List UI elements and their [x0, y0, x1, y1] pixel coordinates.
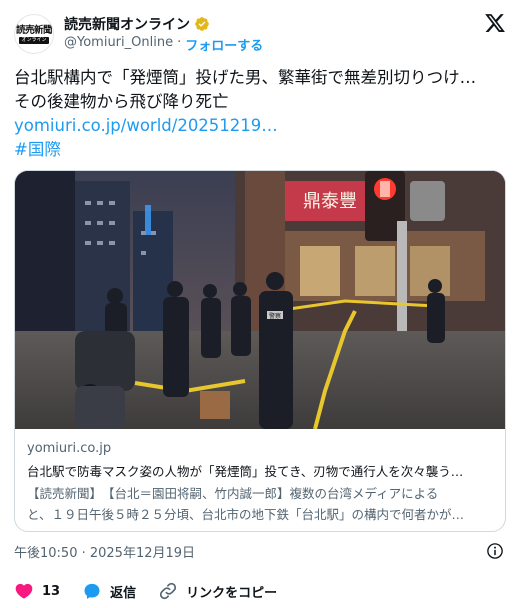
reply-label: 返信: [110, 585, 137, 601]
follow-button[interactable]: フォローする: [185, 35, 263, 54]
tweet-link[interactable]: yomiuri.co.jp/world/20251219…: [14, 114, 506, 138]
card-description-line-1: 【読売新聞】 【台北＝園田将嗣、竹内誠一郎】複数の台湾メディアによる: [27, 486, 439, 501]
action-bar: 13 返信 リンクをコピー: [14, 580, 506, 602]
tweet-text-line-1: 台北駅構内で「発煙筒」投げた男、繁華街で無差別切りつけ…: [14, 68, 477, 87]
like-button[interactable]: 13: [14, 581, 60, 601]
avatar[interactable]: 読売新聞 オンライン: [14, 14, 54, 54]
card-title[interactable]: 台北駅で防毒マスク姿の人物が「発煙筒」投てき、刃物で通行人を次々襲う…: [27, 461, 495, 480]
link-icon: [160, 582, 177, 600]
tweet-text: 台北駅構内で「発煙筒」投げた男、繁華街で無差別切りつけ… その後建物から飛び降り…: [14, 66, 506, 162]
separator: ·: [177, 35, 182, 50]
hashtag-link[interactable]: #国際: [14, 138, 506, 162]
reply-button[interactable]: 返信: [82, 581, 136, 601]
tweet-header: 読売新聞 オンライン 読売新聞オンライン @Yomiuri_Online · フ…: [14, 12, 506, 56]
display-name[interactable]: 読売新聞オンライン: [64, 14, 190, 34]
avatar-logo-sub: オンライン: [19, 36, 49, 44]
like-count: 13: [42, 583, 61, 599]
verified-badge-icon: [195, 17, 209, 31]
card-description-line-2: と、１９日午後５時２５分頃、台北市の地下鉄「台北駅」の構内で何者かが…: [27, 507, 465, 522]
card-description: 【読売新聞】 【台北＝園田将嗣、竹内誠一郎】複数の台湾メディアによる と、１９日…: [27, 483, 495, 525]
police-patch: 警察: [269, 312, 281, 320]
x-logo-icon[interactable]: [484, 12, 506, 34]
handle-row: @Yomiuri_Online · フォローする: [64, 35, 263, 54]
copy-link-button[interactable]: リンクをコピー: [158, 581, 277, 601]
reply-icon: [84, 583, 100, 599]
photo-sign: 鼎泰豐: [303, 191, 357, 212]
copy-link-label: リンクをコピー: [186, 585, 278, 601]
link-card[interactable]: 鼎泰豐 警察 yomiuri.co.jp 台北駅で防毒マスク姿の人物が「発煙筒」…: [14, 170, 506, 532]
info-icon[interactable]: [486, 542, 504, 560]
avatar-logo-text: 読売新聞: [15, 24, 53, 36]
timestamp[interactable]: 午後10:50 · 2025年12月19日: [14, 542, 195, 561]
handle[interactable]: @Yomiuri_Online: [64, 35, 173, 54]
heart-icon: [15, 583, 33, 599]
tweet-text-line-2: その後建物から飛び降り死亡: [14, 92, 229, 111]
card-domain: yomiuri.co.jp: [27, 441, 112, 456]
card-photo[interactable]: 鼎泰豐 警察: [15, 171, 505, 429]
name-row: 読売新聞オンライン: [64, 14, 210, 34]
